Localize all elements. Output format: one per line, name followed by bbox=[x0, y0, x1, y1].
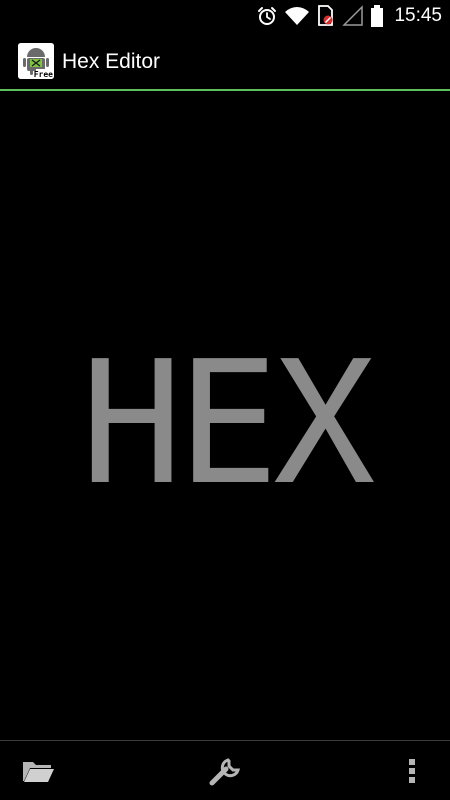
battery-icon bbox=[370, 4, 384, 28]
alarm-icon bbox=[256, 5, 278, 27]
hex-editor-screen: 15:45 Free Hex Editor HEX bbox=[0, 0, 450, 800]
app-icon[interactable]: Free bbox=[18, 43, 54, 79]
wrench-icon bbox=[207, 755, 243, 787]
status-icons: 15:45 bbox=[256, 4, 442, 28]
status-time: 15:45 bbox=[394, 5, 442, 26]
tools-button[interactable] bbox=[203, 751, 247, 791]
signal-icon bbox=[342, 5, 364, 27]
overflow-menu-button[interactable] bbox=[390, 751, 434, 791]
hex-logo: HEX bbox=[80, 325, 375, 523]
app-title: Hex Editor bbox=[62, 50, 161, 73]
open-file-button[interactable] bbox=[16, 751, 60, 791]
folder-icon bbox=[20, 757, 56, 785]
bottom-toolbar bbox=[0, 741, 450, 800]
action-bar: Free Hex Editor bbox=[0, 32, 450, 89]
main-content: HEX bbox=[0, 91, 450, 740]
sim-blocked-icon bbox=[316, 4, 336, 28]
status-bar: 15:45 bbox=[0, 0, 450, 32]
app-icon-badge: Free bbox=[33, 70, 53, 79]
wifi-icon bbox=[284, 5, 310, 27]
overflow-menu-icon bbox=[406, 757, 418, 785]
